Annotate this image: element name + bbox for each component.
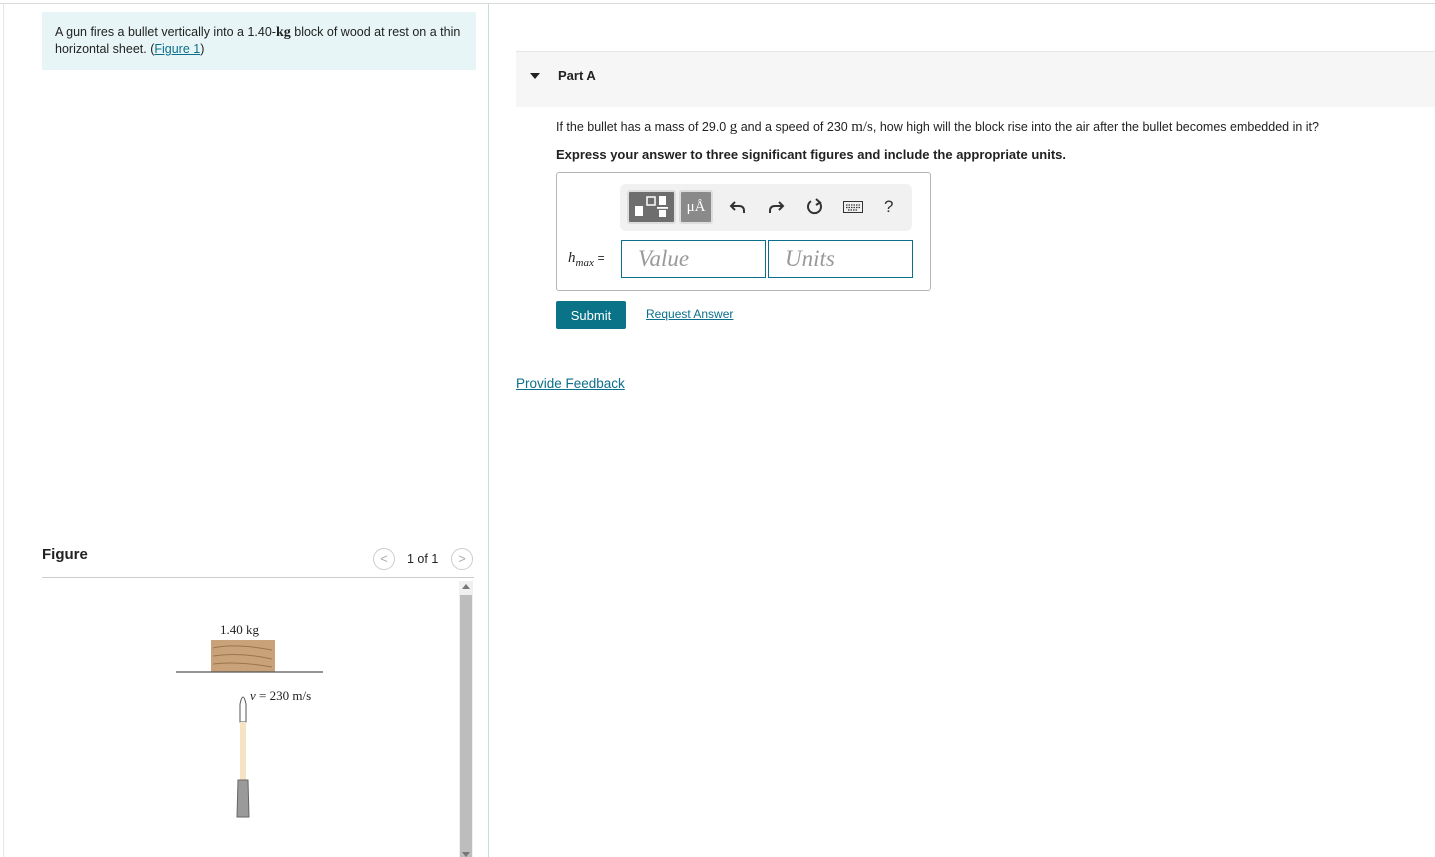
figure-title: Figure: [42, 546, 88, 563]
reset-icon[interactable]: [804, 196, 826, 218]
request-answer-link[interactable]: Request Answer: [646, 307, 733, 321]
scroll-up-arrow[interactable]: [462, 584, 470, 589]
figure-scrollbar[interactable]: [459, 581, 473, 857]
problem-text-close: ): [200, 42, 205, 56]
left-border: [3, 3, 4, 857]
redo-icon[interactable]: [765, 196, 787, 218]
wood-block: [211, 640, 275, 672]
question-text: If the bullet has a mass of 29.0 g and a…: [556, 119, 1319, 135]
figure-prev-button[interactable]: <: [373, 548, 395, 570]
part-a-header[interactable]: Part A: [516, 51, 1435, 107]
submit-button[interactable]: Submit: [556, 301, 626, 329]
bullet: [239, 696, 247, 723]
figure-link[interactable]: Figure 1: [154, 42, 200, 56]
collapse-caret-icon[interactable]: [530, 73, 540, 79]
scroll-thumb[interactable]: [460, 595, 472, 857]
panel-divider: [488, 3, 489, 857]
problem-text-before: A gun fires a bullet vertically into a 1…: [55, 25, 276, 39]
undo-icon[interactable]: [727, 196, 749, 218]
block-mass-label: 1.40 kg: [220, 622, 260, 637]
figure-counter: 1 of 1: [407, 552, 439, 566]
templates-icon[interactable]: [627, 190, 676, 224]
answer-instruction: Express your answer to three significant…: [556, 147, 1066, 162]
problem-statement: A gun fires a bullet vertically into a 1…: [42, 12, 476, 70]
figure-illustration: 1.40 kg v = 230 m/s: [176, 622, 323, 818]
part-title: Part A: [558, 68, 596, 83]
top-border: [0, 3, 1435, 4]
units-button[interactable]: μÅ: [679, 190, 713, 224]
bullet-speed-label: v = 230 m/s: [250, 688, 311, 703]
keyboard-icon[interactable]: [842, 196, 864, 218]
help-icon[interactable]: ?: [884, 197, 893, 217]
value-input[interactable]: [621, 240, 766, 278]
bullet-trail: [240, 722, 246, 780]
unit-ms: m/s: [851, 119, 873, 135]
math-toolbar: μÅ ?: [620, 184, 912, 231]
gun-barrel: [236, 779, 250, 818]
figure-next-button[interactable]: >: [451, 548, 473, 570]
scroll-down-arrow[interactable]: [462, 852, 470, 857]
provide-feedback-link[interactable]: Provide Feedback: [516, 376, 625, 391]
mass-unit: kg: [275, 25, 291, 40]
units-input[interactable]: [768, 240, 913, 278]
figure-divider: [42, 577, 474, 578]
variable-label: hmax =: [568, 250, 605, 269]
